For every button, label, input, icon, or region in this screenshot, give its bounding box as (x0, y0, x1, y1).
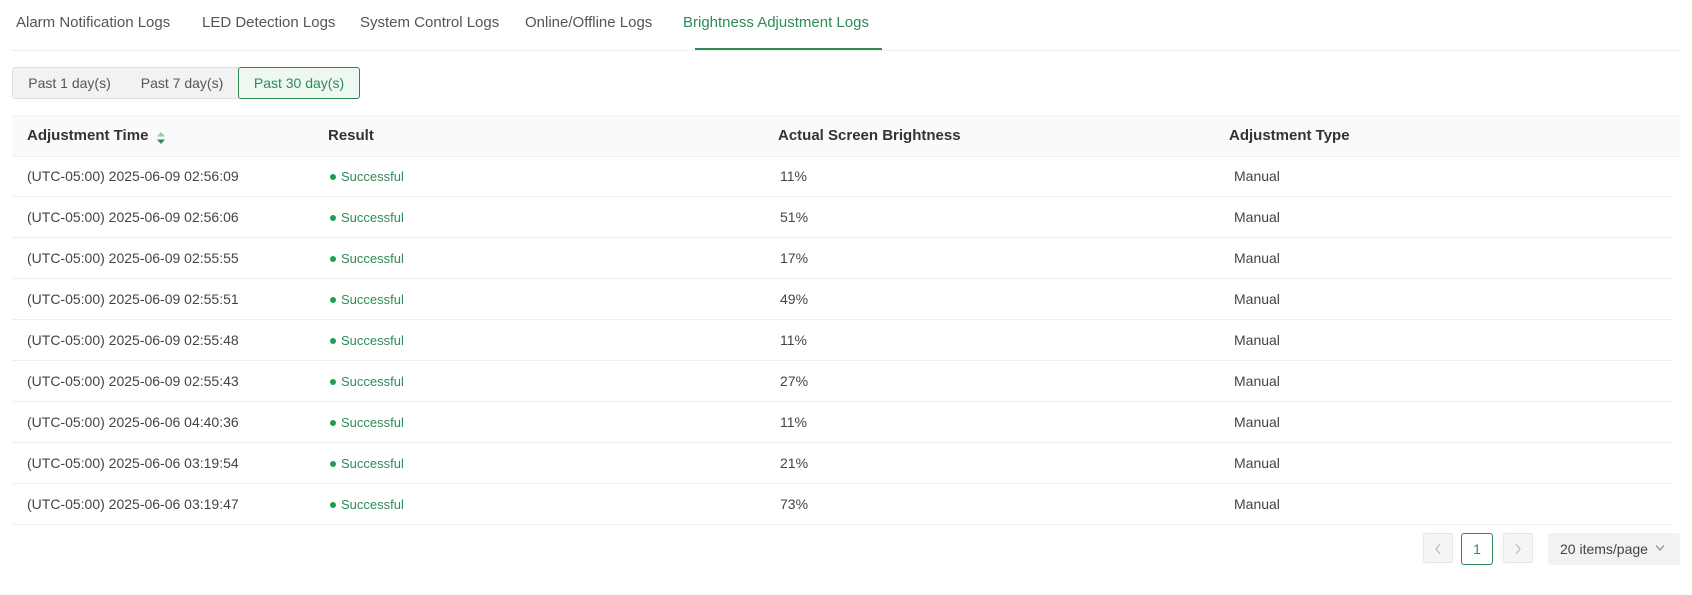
page-size-label: 20 items/page (1560, 541, 1648, 557)
adjustment-type-cell: Manual (1234, 414, 1280, 430)
result-cell: Successful (341, 333, 404, 348)
adjustment-type-cell: Manual (1234, 496, 1280, 512)
adjustment-type-cell: Manual (1234, 209, 1280, 225)
table-row: (UTC-05:00) 2025-06-09 02:56:09 Successf… (12, 156, 1672, 197)
active-tab-indicator (695, 48, 882, 50)
sort-icon[interactable] (156, 131, 166, 145)
adjustment-time-cell: (UTC-05:00) 2025-06-06 03:19:47 (27, 496, 239, 512)
column-header-adjustment-type: Adjustment Type (1229, 127, 1350, 144)
brightness-cell: 73% (780, 496, 809, 512)
tab-led-detection-logs[interactable]: LED Detection Logs (202, 13, 335, 33)
table-row: (UTC-05:00) 2025-06-06 04:40:36 Successf… (12, 402, 1672, 443)
previous-page-button[interactable] (1423, 533, 1453, 563)
adjustment-time-cell: (UTC-05:00) 2025-06-09 02:55:51 (27, 291, 239, 307)
table-row: (UTC-05:00) 2025-06-09 02:55:48 Successf… (12, 320, 1672, 361)
table-row: (UTC-05:00) 2025-06-09 02:56:06 Successf… (12, 197, 1672, 238)
success-status-dot (330, 174, 336, 180)
adjustment-time-cell: (UTC-05:00) 2025-06-09 02:56:06 (27, 209, 239, 225)
page-number-button[interactable]: 1 (1461, 533, 1493, 565)
result-cell: Successful (341, 169, 404, 184)
range-button-past-1-day[interactable]: Past 1 day(s) (12, 67, 127, 99)
range-button-past-7-days[interactable]: Past 7 day(s) (126, 67, 239, 99)
chevron-down-icon (1655, 545, 1665, 551)
brightness-cell: 27% (780, 373, 809, 389)
adjustment-type-cell: Manual (1234, 291, 1280, 307)
table-body: (UTC-05:00) 2025-06-09 02:56:09 Successf… (12, 156, 1672, 525)
result-cell: Successful (341, 374, 404, 389)
chevron-left-icon (1435, 543, 1441, 555)
success-status-dot (330, 297, 336, 303)
adjustment-time-cell: (UTC-05:00) 2025-06-09 02:55:43 (27, 373, 239, 389)
brightness-cell: 11% (780, 332, 807, 348)
table-row: (UTC-05:00) 2025-06-09 02:55:51 Successf… (12, 279, 1672, 320)
brightness-cell: 11% (780, 414, 807, 430)
next-page-button[interactable] (1503, 533, 1533, 563)
success-status-dot (330, 215, 336, 221)
brightness-cell: 17% (780, 250, 809, 266)
tab-system-control-logs[interactable]: System Control Logs (360, 13, 499, 33)
success-status-dot (330, 256, 336, 262)
success-status-dot (330, 502, 336, 508)
adjustment-type-cell: Manual (1234, 373, 1280, 389)
result-cell: Successful (341, 415, 404, 430)
chevron-right-icon (1515, 543, 1521, 555)
table-row: (UTC-05:00) 2025-06-06 03:19:47 Successf… (12, 484, 1672, 525)
adjustment-time-cell: (UTC-05:00) 2025-06-09 02:55:55 (27, 250, 239, 266)
adjustment-type-cell: Manual (1234, 455, 1280, 471)
table-row: (UTC-05:00) 2025-06-06 03:19:54 Successf… (12, 443, 1672, 484)
adjustment-time-cell: (UTC-05:00) 2025-06-06 03:19:54 (27, 455, 239, 471)
brightness-cell: 49% (780, 291, 809, 307)
result-cell: Successful (341, 210, 404, 225)
adjustment-type-cell: Manual (1234, 250, 1280, 266)
result-cell: Successful (341, 456, 404, 471)
adjustment-time-cell: (UTC-05:00) 2025-06-09 02:56:09 (27, 168, 239, 184)
result-cell: Successful (341, 251, 404, 266)
success-status-dot (330, 379, 336, 385)
brightness-cell: 21% (780, 455, 809, 471)
brightness-cell: 11% (780, 168, 807, 184)
page-size-select[interactable]: 20 items/page (1548, 533, 1680, 565)
adjustment-time-cell: (UTC-05:00) 2025-06-06 04:40:36 (27, 414, 239, 430)
tab-online-offline-logs[interactable]: Online/Offline Logs (525, 13, 652, 33)
adjustment-type-cell: Manual (1234, 332, 1280, 348)
success-status-dot (330, 461, 336, 467)
result-cell: Successful (341, 497, 404, 512)
adjustment-type-cell: Manual (1234, 168, 1280, 184)
success-status-dot (330, 338, 336, 344)
log-type-tabs: Alarm Notification Logs LED Detection Lo… (11, 0, 1680, 51)
result-cell: Successful (341, 292, 404, 307)
success-status-dot (330, 420, 336, 426)
table-row: (UTC-05:00) 2025-06-09 02:55:55 Successf… (12, 238, 1672, 279)
adjustment-time-cell: (UTC-05:00) 2025-06-09 02:55:48 (27, 332, 239, 348)
table-row: (UTC-05:00) 2025-06-09 02:55:43 Successf… (12, 361, 1672, 402)
column-header-adjustment-time[interactable]: Adjustment Time (27, 126, 148, 146)
table-header: Adjustment Time Result Actual Screen Bri… (12, 115, 1680, 157)
tab-brightness-adjustment-logs[interactable]: Brightness Adjustment Logs (683, 13, 869, 33)
range-button-past-30-days[interactable]: Past 30 day(s) (238, 67, 360, 99)
column-header-result: Result (328, 127, 374, 144)
column-header-actual-screen-brightness: Actual Screen Brightness (778, 127, 961, 144)
tab-alarm-notification-logs[interactable]: Alarm Notification Logs (16, 13, 170, 33)
brightness-cell: 51% (780, 209, 809, 225)
